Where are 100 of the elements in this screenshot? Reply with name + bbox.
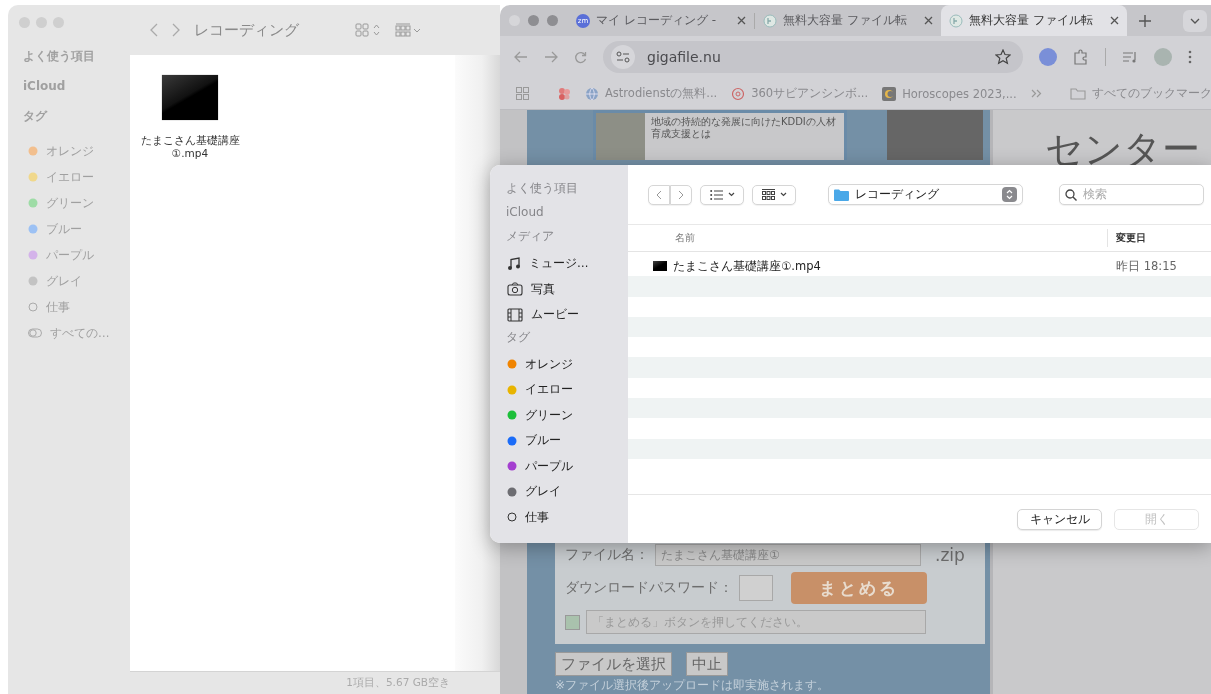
music-note-icon xyxy=(507,256,521,271)
bookmark-link[interactable]: 360サビアンシンボ... xyxy=(731,86,869,102)
camera-icon xyxy=(507,282,523,297)
tag-dot-icon xyxy=(507,384,517,395)
list-icon xyxy=(709,189,723,200)
sidebar-tag-item[interactable]: 仕事 xyxy=(490,504,628,530)
sidebar-tag-item[interactable]: イエロー xyxy=(490,377,628,403)
address-bar[interactable]: gigafile.nu xyxy=(603,41,1023,74)
sidebar-item[interactable]: 写真 xyxy=(490,276,628,302)
tag-dot-icon xyxy=(28,276,38,286)
list-view-button[interactable] xyxy=(700,184,744,205)
empty-circle-icon xyxy=(507,512,517,523)
tag-dot-icon xyxy=(507,461,517,472)
sidebar-item[interactable]: ミュージ… xyxy=(490,251,628,277)
star-icon[interactable] xyxy=(995,49,1011,66)
caret-icon xyxy=(1190,17,1200,24)
empty-circle-icon xyxy=(28,302,38,312)
date-modified: 昨日 18:15 xyxy=(1115,258,1178,274)
sidebar-tag-item[interactable]: グリーン xyxy=(490,402,628,428)
sidebar-tag-item[interactable]: グレイ xyxy=(490,479,628,505)
search-icon xyxy=(1065,188,1077,201)
tag-dot-icon xyxy=(28,198,38,208)
moon-icon xyxy=(882,86,897,101)
tag-dot-icon xyxy=(28,224,38,234)
film-icon xyxy=(507,307,523,322)
close-icon[interactable] xyxy=(737,16,746,25)
tune-icon xyxy=(616,51,630,64)
bookmark-link[interactable]: Horoscopes 2023,... xyxy=(882,86,1017,101)
new-tab-icon[interactable] xyxy=(1139,14,1151,27)
search-field[interactable]: 検索 xyxy=(1059,184,1204,205)
stepper-icon xyxy=(1006,189,1013,200)
ring-icon xyxy=(731,86,746,101)
video-thumbnail xyxy=(162,75,218,120)
caret-icon xyxy=(727,192,735,197)
file-name: たまこさん基礎講座①.mp4 xyxy=(673,258,821,274)
window-control-button[interactable] xyxy=(547,15,558,26)
tag-dot-icon xyxy=(28,250,38,260)
sidebar-tag-item[interactable]: パープル xyxy=(490,453,628,479)
caret-icon xyxy=(779,192,787,197)
stop-button[interactable]: 中止 xyxy=(686,652,728,676)
file-row[interactable]: たまこさん基礎講座①.mp4 昨日 18:15 xyxy=(628,256,1211,277)
tag-dot-icon xyxy=(507,486,517,497)
headline-text: センター xyxy=(1044,126,1201,168)
chevron-left-icon xyxy=(656,189,662,200)
folder-icon xyxy=(834,188,849,201)
folder-icon xyxy=(1069,87,1086,101)
field-label: ダウンロードパスワード： xyxy=(565,579,733,597)
profile-avatar[interactable] xyxy=(1154,48,1172,67)
icon-view-icon[interactable] xyxy=(355,23,381,37)
site-logo-icon xyxy=(949,13,963,28)
group-view-button[interactable] xyxy=(752,184,796,205)
photo-placeholder xyxy=(596,113,645,160)
reading-list-icon[interactable] xyxy=(1122,50,1138,65)
tag-dot-icon xyxy=(507,435,517,446)
site-logo-icon xyxy=(763,13,777,28)
window-title: レコーディング xyxy=(194,20,299,40)
sidebar-section-title: よく使う項目 xyxy=(505,181,579,197)
bookmark-folder[interactable]: すべてのブックマーク xyxy=(1069,86,1211,102)
extension-icon[interactable] xyxy=(1039,48,1057,67)
video-file-icon xyxy=(653,261,667,272)
window-control-button[interactable] xyxy=(528,15,539,26)
sidebar-section-title: タグ xyxy=(505,329,531,346)
more-menu-icon[interactable] xyxy=(1188,50,1192,65)
puzzle-icon[interactable] xyxy=(1073,49,1089,66)
close-icon[interactable] xyxy=(1110,16,1119,25)
column-header[interactable]: 名前 xyxy=(628,231,1107,245)
flower-icon[interactable] xyxy=(557,86,571,101)
group-view-icon[interactable] xyxy=(395,23,421,37)
back-button[interactable] xyxy=(648,184,670,205)
sidebar-item[interactable]: ムービー xyxy=(490,302,628,328)
forward-button[interactable] xyxy=(670,184,692,205)
news-card[interactable]: 地域の持続的な発展に向けたKDDIの人材育成支援とは xyxy=(593,110,847,160)
tags-icon xyxy=(28,328,42,338)
forward-arrow-icon[interactable] xyxy=(544,51,558,64)
tab-list-button[interactable] xyxy=(1183,9,1207,32)
password-field[interactable] xyxy=(739,575,773,601)
apps-grid-icon[interactable] xyxy=(516,87,529,101)
more-bookmarks-icon[interactable] xyxy=(1030,89,1042,99)
browser-tab[interactable]: 無料大容量 ファイル転 xyxy=(941,5,1127,36)
sidebar-tag-item[interactable]: オレンジ xyxy=(490,351,628,377)
field-label: ファイル名： xyxy=(565,546,649,564)
globe-icon xyxy=(585,86,599,101)
back-arrow-icon[interactable] xyxy=(514,51,528,64)
cancel-button[interactable]: キャンセル xyxy=(1017,508,1102,530)
tag-dot-icon xyxy=(507,359,517,370)
extension-label: .zip xyxy=(935,545,965,565)
reload-icon[interactable] xyxy=(574,50,587,64)
choose-file-button[interactable]: ファイルを選択 xyxy=(555,652,672,676)
sidebar-section-title: タグ xyxy=(22,108,49,125)
tag-dot-icon xyxy=(28,146,38,156)
file-name[interactable]: たまこさん基礎講座①.mp4 xyxy=(138,134,242,160)
sidebar-tag-item[interactable]: ブルー xyxy=(490,428,628,454)
close-icon[interactable] xyxy=(924,16,933,25)
bookmark-link[interactable]: Astrodienstの無料... xyxy=(585,86,718,102)
sidebar-section-title: メディア xyxy=(505,229,555,245)
location-dropdown[interactable]: レコーディング xyxy=(828,184,1023,205)
card-caption: 地域の持続的な発展に向けたKDDIの人材育成支援とは xyxy=(650,115,837,141)
chevron-right-icon xyxy=(678,189,684,200)
column-header[interactable]: 変更日 xyxy=(1107,229,1211,247)
browser-tab[interactable]: 無料大容量 ファイル転 xyxy=(755,5,941,36)
